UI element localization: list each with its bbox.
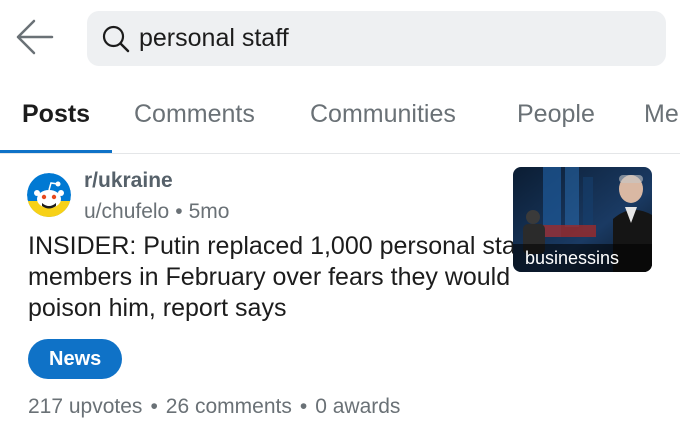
tab-media[interactable]: Me — [644, 100, 679, 129]
comment-count[interactable]: 26 comments — [166, 395, 292, 418]
post-meta: u/chufelo • 5mo — [84, 200, 229, 224]
tab-posts[interactable]: Posts — [22, 100, 90, 129]
search-input[interactable] — [139, 20, 639, 56]
tab-people[interactable]: People — [517, 100, 595, 129]
search-tabs: Posts Comments Communities People Me — [0, 86, 680, 154]
community-name[interactable]: r/ukraine — [84, 169, 173, 193]
meta-separator: • — [175, 200, 183, 223]
post-flair[interactable]: News — [28, 339, 123, 379]
post-title[interactable]: INSIDER: Putin replaced 1,000 personal s… — [28, 231, 588, 324]
tab-comments[interactable]: Comments — [134, 100, 255, 129]
stats-separator: • — [299, 395, 308, 418]
stats-separator: • — [150, 395, 158, 418]
post-author[interactable]: u/chufelo — [84, 200, 169, 223]
community-avatar-icon[interactable] — [27, 173, 71, 217]
search-box[interactable] — [87, 11, 666, 66]
search-icon — [102, 25, 130, 53]
tab-communities[interactable]: Communities — [310, 100, 456, 129]
top-bar — [0, 0, 680, 78]
thumbnail-caption: businessins — [513, 244, 652, 272]
post-age: 5mo — [188, 200, 230, 223]
back-button[interactable] — [12, 16, 56, 58]
active-tab-indicator — [0, 150, 112, 153]
search-result-post[interactable]: r/ukraine u/chufelo • 5mo INSIDER: Putin r… — [0, 155, 680, 428]
arrow-left-icon — [16, 19, 54, 55]
post-stats: 217 upvotes • 26 comments • 0 awards — [28, 395, 400, 419]
award-count: 0 awards — [315, 395, 401, 418]
upvote-count: 217 upvotes — [28, 395, 143, 418]
post-thumbnail[interactable]: businessins — [513, 167, 652, 272]
